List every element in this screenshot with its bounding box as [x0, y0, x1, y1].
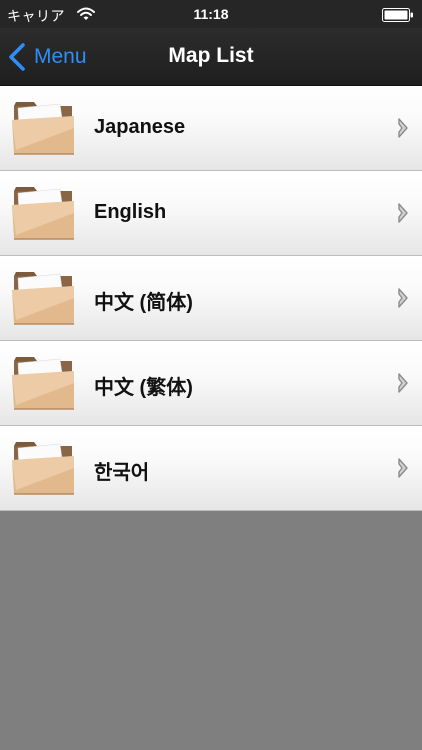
battery-icon — [382, 8, 413, 22]
folder-icon — [12, 187, 74, 240]
navigation-bar: Menu Map List — [0, 28, 422, 86]
folder-icon — [12, 102, 74, 155]
chevron-right-icon — [398, 203, 408, 223]
list-item-english[interactable]: English — [0, 171, 422, 256]
list-item-chinese-traditional[interactable]: 中文 (繁体) — [0, 341, 422, 426]
list-item-label: Japanese — [94, 116, 186, 138]
chevron-right-icon — [398, 288, 408, 308]
chevron-right-icon — [398, 118, 408, 138]
folder-icon — [12, 272, 74, 325]
list-item-korean[interactable]: 한국어 — [0, 426, 422, 511]
list-item-label: 한국어 — [94, 462, 150, 484]
status-bar: キャリア 11:18 — [0, 0, 422, 28]
list-item-label: 中文 (繁体) — [94, 377, 193, 399]
chevron-right-icon — [398, 458, 408, 478]
chevron-right-icon — [398, 373, 408, 393]
page-title: Map List — [168, 44, 254, 67]
map-list: Japanese English 中文 (简体) 中文 (繁体) 한국어 — [0, 86, 422, 511]
list-item-japanese[interactable]: Japanese — [0, 86, 422, 171]
list-item-chinese-simplified[interactable]: 中文 (简体) — [0, 256, 422, 341]
folder-icon — [12, 442, 74, 495]
folder-icon — [12, 357, 74, 410]
list-item-label: 中文 (简体) — [94, 292, 193, 314]
status-time: 11:18 — [193, 6, 229, 22]
list-item-label: English — [94, 201, 167, 223]
